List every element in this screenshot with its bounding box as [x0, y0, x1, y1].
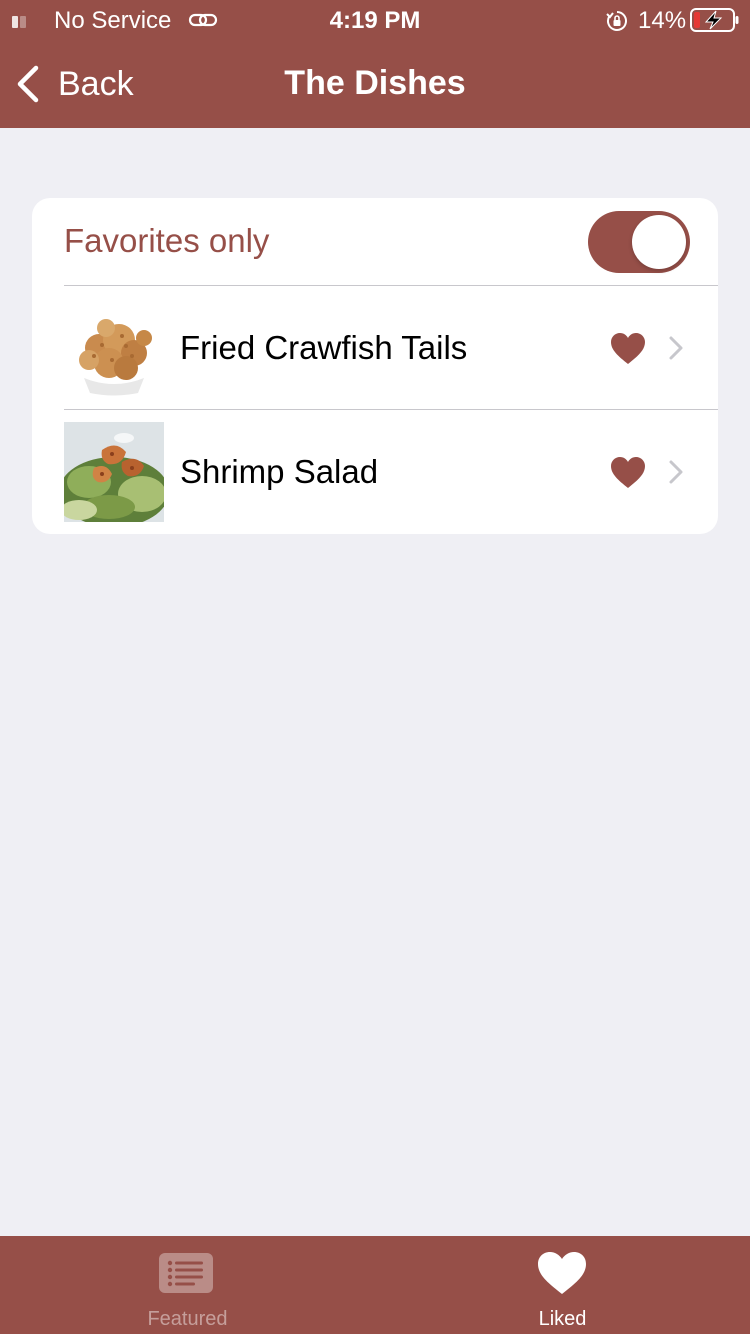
dish-thumbnail: [64, 422, 164, 522]
fried-crawfish-image: [64, 298, 164, 398]
toggle-knob: [632, 215, 686, 269]
navigation-bar: Back The Dishes: [0, 40, 750, 128]
dish-name: Fried Crawfish Tails: [180, 329, 468, 366]
tab-bar: Featured Liked: [0, 1236, 750, 1334]
heart-icon[interactable]: [610, 456, 646, 489]
tab-featured[interactable]: Featured: [0, 1236, 375, 1334]
battery-charging-icon: [690, 8, 739, 32]
list-item[interactable]: Fried Crawfish Tails: [32, 286, 718, 410]
dish-name: Shrimp Salad: [180, 453, 379, 490]
heart-icon: [538, 1252, 586, 1294]
chevron-right-icon: [669, 336, 683, 360]
tab-liked[interactable]: Liked: [375, 1236, 750, 1334]
list-icon: [159, 1253, 213, 1293]
page-title: The Dishes: [284, 64, 466, 102]
favorites-only-toggle[interactable]: [588, 211, 690, 273]
orientation-lock-icon: [606, 11, 627, 31]
favorites-only-label: Favorites only: [64, 222, 270, 259]
shrimp-salad-image: [64, 422, 164, 522]
favorites-filter-row: Favorites only: [32, 198, 718, 286]
tab-label: Featured: [147, 1308, 228, 1330]
chevron-right-icon: [669, 460, 683, 484]
list-item[interactable]: Shrimp Salad: [32, 410, 718, 534]
top-bar: No Service 4:19 PM 14% Back The Dishes: [0, 0, 750, 128]
dish-thumbnail: [64, 298, 164, 398]
heart-icon[interactable]: [610, 332, 646, 365]
tab-label: Liked: [538, 1308, 587, 1330]
battery-percentage: 14%: [638, 7, 687, 34]
dishes-list-card: Favorites only Fried Crawfish Tails Shri…: [32, 198, 718, 534]
status-bar: No Service 4:19 PM 14%: [0, 0, 750, 40]
